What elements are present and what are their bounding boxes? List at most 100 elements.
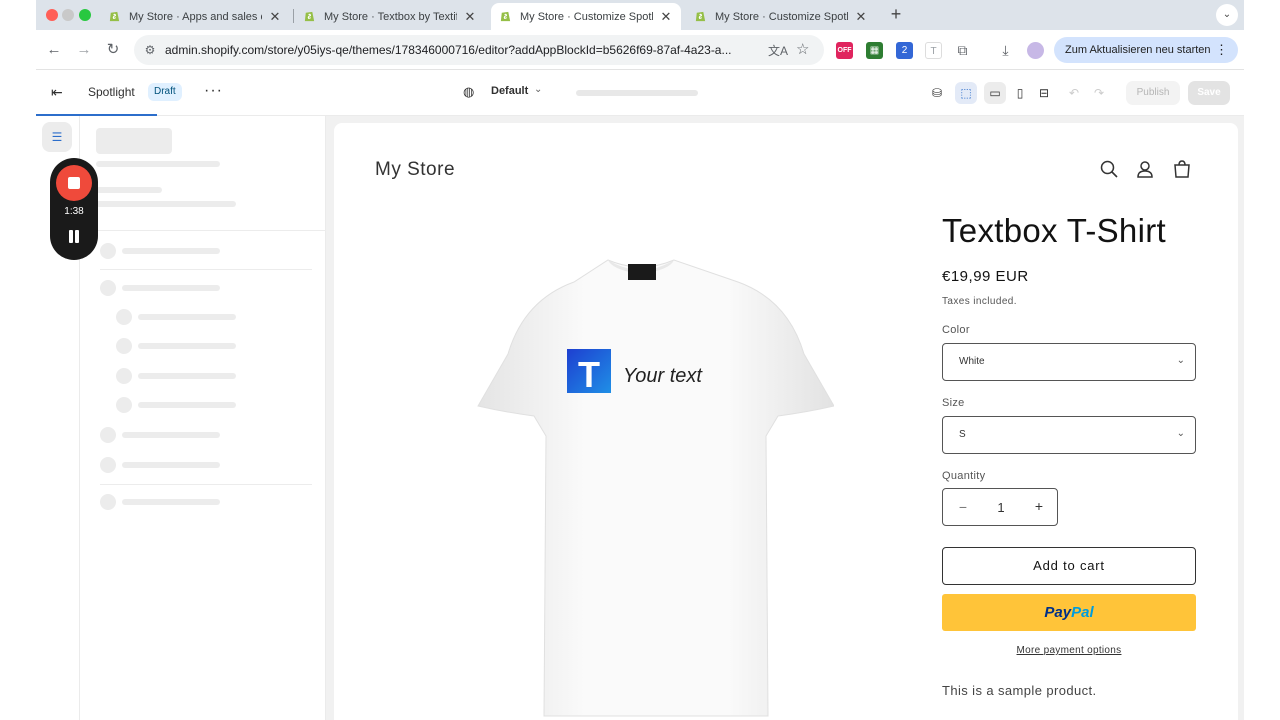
inspector-icon[interactable]: ⬚ xyxy=(955,82,977,104)
skeleton-line xyxy=(122,432,220,438)
window-maximize-button[interactable] xyxy=(79,9,91,21)
translate-icon[interactable]: 文A xyxy=(768,42,788,59)
tab-strip: My Store · Apps and sales ch ✕ My Store … xyxy=(36,0,1244,30)
desktop-icon[interactable]: ▭ xyxy=(984,82,1006,104)
size-select[interactable]: S ⌄ xyxy=(942,416,1196,454)
size-value: S xyxy=(959,429,966,440)
publish-button[interactable]: Publish xyxy=(1126,81,1180,105)
store-preview: My Store T Your text Textbox T-Shirt €19… xyxy=(334,123,1238,720)
tab-title: My Store · Customize Spotlig xyxy=(715,10,848,23)
store-logo-text[interactable]: My Store xyxy=(375,159,455,181)
exit-icon[interactable]: ⇤ xyxy=(51,84,67,100)
tab-search-icon[interactable]: ⌄ xyxy=(1216,4,1238,26)
update-restart-button[interactable]: Zum Aktualisieren neu starten ⋮ xyxy=(1054,37,1238,63)
more-icon[interactable]: ··· xyxy=(204,82,223,100)
shopify-icon xyxy=(109,11,120,22)
window-close-button[interactable] xyxy=(46,9,58,21)
bookmark-star-icon[interactable]: ☆ xyxy=(796,40,809,58)
increase-quantity-button[interactable]: + xyxy=(1031,498,1047,514)
coupon-extension-icon[interactable]: OFF xyxy=(836,42,853,59)
quantity-input[interactable]: 1 xyxy=(983,500,1019,515)
paypal-logo-pay: Pay xyxy=(1044,604,1072,621)
update-button-label: Zum Aktualisieren neu starten xyxy=(1065,44,1211,56)
screen-recorder-widget: 1:38 xyxy=(50,158,98,260)
status-badge: Draft xyxy=(148,83,182,101)
color-select[interactable]: White ⌄ xyxy=(942,343,1196,381)
skeleton-line xyxy=(138,402,236,408)
redo-icon[interactable]: ↷ xyxy=(1088,82,1110,104)
theme-name: Spotlight xyxy=(88,85,135,99)
fullwidth-icon[interactable]: ⊟ xyxy=(1033,82,1055,104)
skeleton-icon xyxy=(116,309,132,325)
skeleton-icon xyxy=(100,427,116,443)
size-label: Size xyxy=(942,397,965,409)
close-icon[interactable]: ✕ xyxy=(854,9,868,25)
divider xyxy=(100,269,312,270)
skeleton-line xyxy=(122,285,220,291)
extension-icon[interactable]: ▦ xyxy=(866,42,883,59)
badge-extension-icon[interactable]: 2 xyxy=(896,42,913,59)
pause-icon[interactable] xyxy=(67,230,81,244)
close-icon[interactable]: ✕ xyxy=(268,9,282,25)
back-icon[interactable]: ← xyxy=(44,40,64,60)
textify-extension-icon[interactable]: T xyxy=(925,42,942,59)
sections-sidebar-loading xyxy=(80,116,326,720)
paypal-logo-pal: Pal xyxy=(1071,604,1094,621)
shirt-logo-letter: T xyxy=(578,354,600,395)
search-icon[interactable] xyxy=(1099,159,1119,179)
address-bar[interactable]: ⚙ admin.shopify.com/store/y05iys-qe/them… xyxy=(134,35,824,65)
new-tab-button[interactable]: + xyxy=(886,4,906,24)
cart-icon[interactable] xyxy=(1172,159,1192,179)
skeleton-icon xyxy=(100,243,116,259)
account-icon[interactable] xyxy=(1135,159,1155,179)
browser-tab-active[interactable]: My Store · Customize Spotlig ✕ xyxy=(491,3,681,30)
paypal-button[interactable]: PayPal xyxy=(942,594,1196,631)
extensions-puzzle-icon[interactable]: ⧉ xyxy=(954,42,971,59)
screen-margin-left xyxy=(0,0,36,720)
quantity-label: Quantity xyxy=(942,470,986,482)
color-label: Color xyxy=(942,324,970,336)
url-text: admin.shopify.com/store/y05iys-qe/themes… xyxy=(165,43,732,57)
extension-badge: 2 xyxy=(901,45,908,56)
add-to-cart-button[interactable]: Add to cart xyxy=(942,547,1196,585)
chevron-down-icon[interactable]: ⌄ xyxy=(534,84,542,95)
save-button[interactable]: Save xyxy=(1188,81,1230,105)
mobile-icon[interactable]: ▯ xyxy=(1009,82,1031,104)
globe-icon[interactable]: ◍ xyxy=(463,84,474,100)
skeleton-line xyxy=(138,343,236,349)
close-icon[interactable]: ✕ xyxy=(659,9,673,25)
undo-icon[interactable]: ↶ xyxy=(1063,82,1085,104)
tab-separator xyxy=(293,9,294,23)
recording-timer: 1:38 xyxy=(64,206,84,217)
decrease-quantity-button[interactable]: − xyxy=(955,499,971,515)
screen-margin-right xyxy=(1244,0,1280,720)
skeleton-line xyxy=(122,499,220,505)
more-payment-options-link[interactable]: More payment options xyxy=(942,645,1196,656)
browser-tab[interactable]: My Store · Apps and sales ch ✕ xyxy=(100,3,290,30)
download-icon[interactable]: ⤓ xyxy=(997,42,1014,59)
template-selector[interactable]: Default xyxy=(491,85,528,97)
product-title: Textbox T-Shirt xyxy=(942,212,1166,249)
browser-tab[interactable]: My Store · Customize Spotlig ✕ xyxy=(686,3,876,30)
skeleton-block xyxy=(96,128,172,154)
close-icon[interactable]: ✕ xyxy=(463,9,477,25)
forward-icon[interactable]: → xyxy=(74,40,94,60)
browser-menu-icon[interactable]: ⋮ xyxy=(1215,37,1228,63)
skeleton-line xyxy=(96,187,162,193)
skeleton-line xyxy=(138,314,236,320)
reload-icon[interactable]: ↻ xyxy=(103,40,123,60)
skeleton-icon xyxy=(100,280,116,296)
sections-icon[interactable]: ☰ xyxy=(42,122,72,152)
product-image[interactable]: T Your text xyxy=(448,256,835,720)
stop-recording-button[interactable] xyxy=(56,165,92,201)
shopify-icon xyxy=(500,11,511,22)
stop-icon xyxy=(68,177,80,189)
tab-title: My Store · Apps and sales ch xyxy=(129,10,262,23)
chevron-down-icon: ⌄ xyxy=(1176,355,1185,366)
app-embeds-icon[interactable]: ⛁ xyxy=(926,82,948,104)
profile-avatar[interactable] xyxy=(1027,42,1044,59)
browser-tab[interactable]: My Store · Textbox by Textify ✕ xyxy=(295,3,485,30)
site-info-icon[interactable]: ⚙ xyxy=(142,42,158,58)
window-minimize-button[interactable] xyxy=(62,9,74,21)
skeleton-line xyxy=(122,462,220,468)
